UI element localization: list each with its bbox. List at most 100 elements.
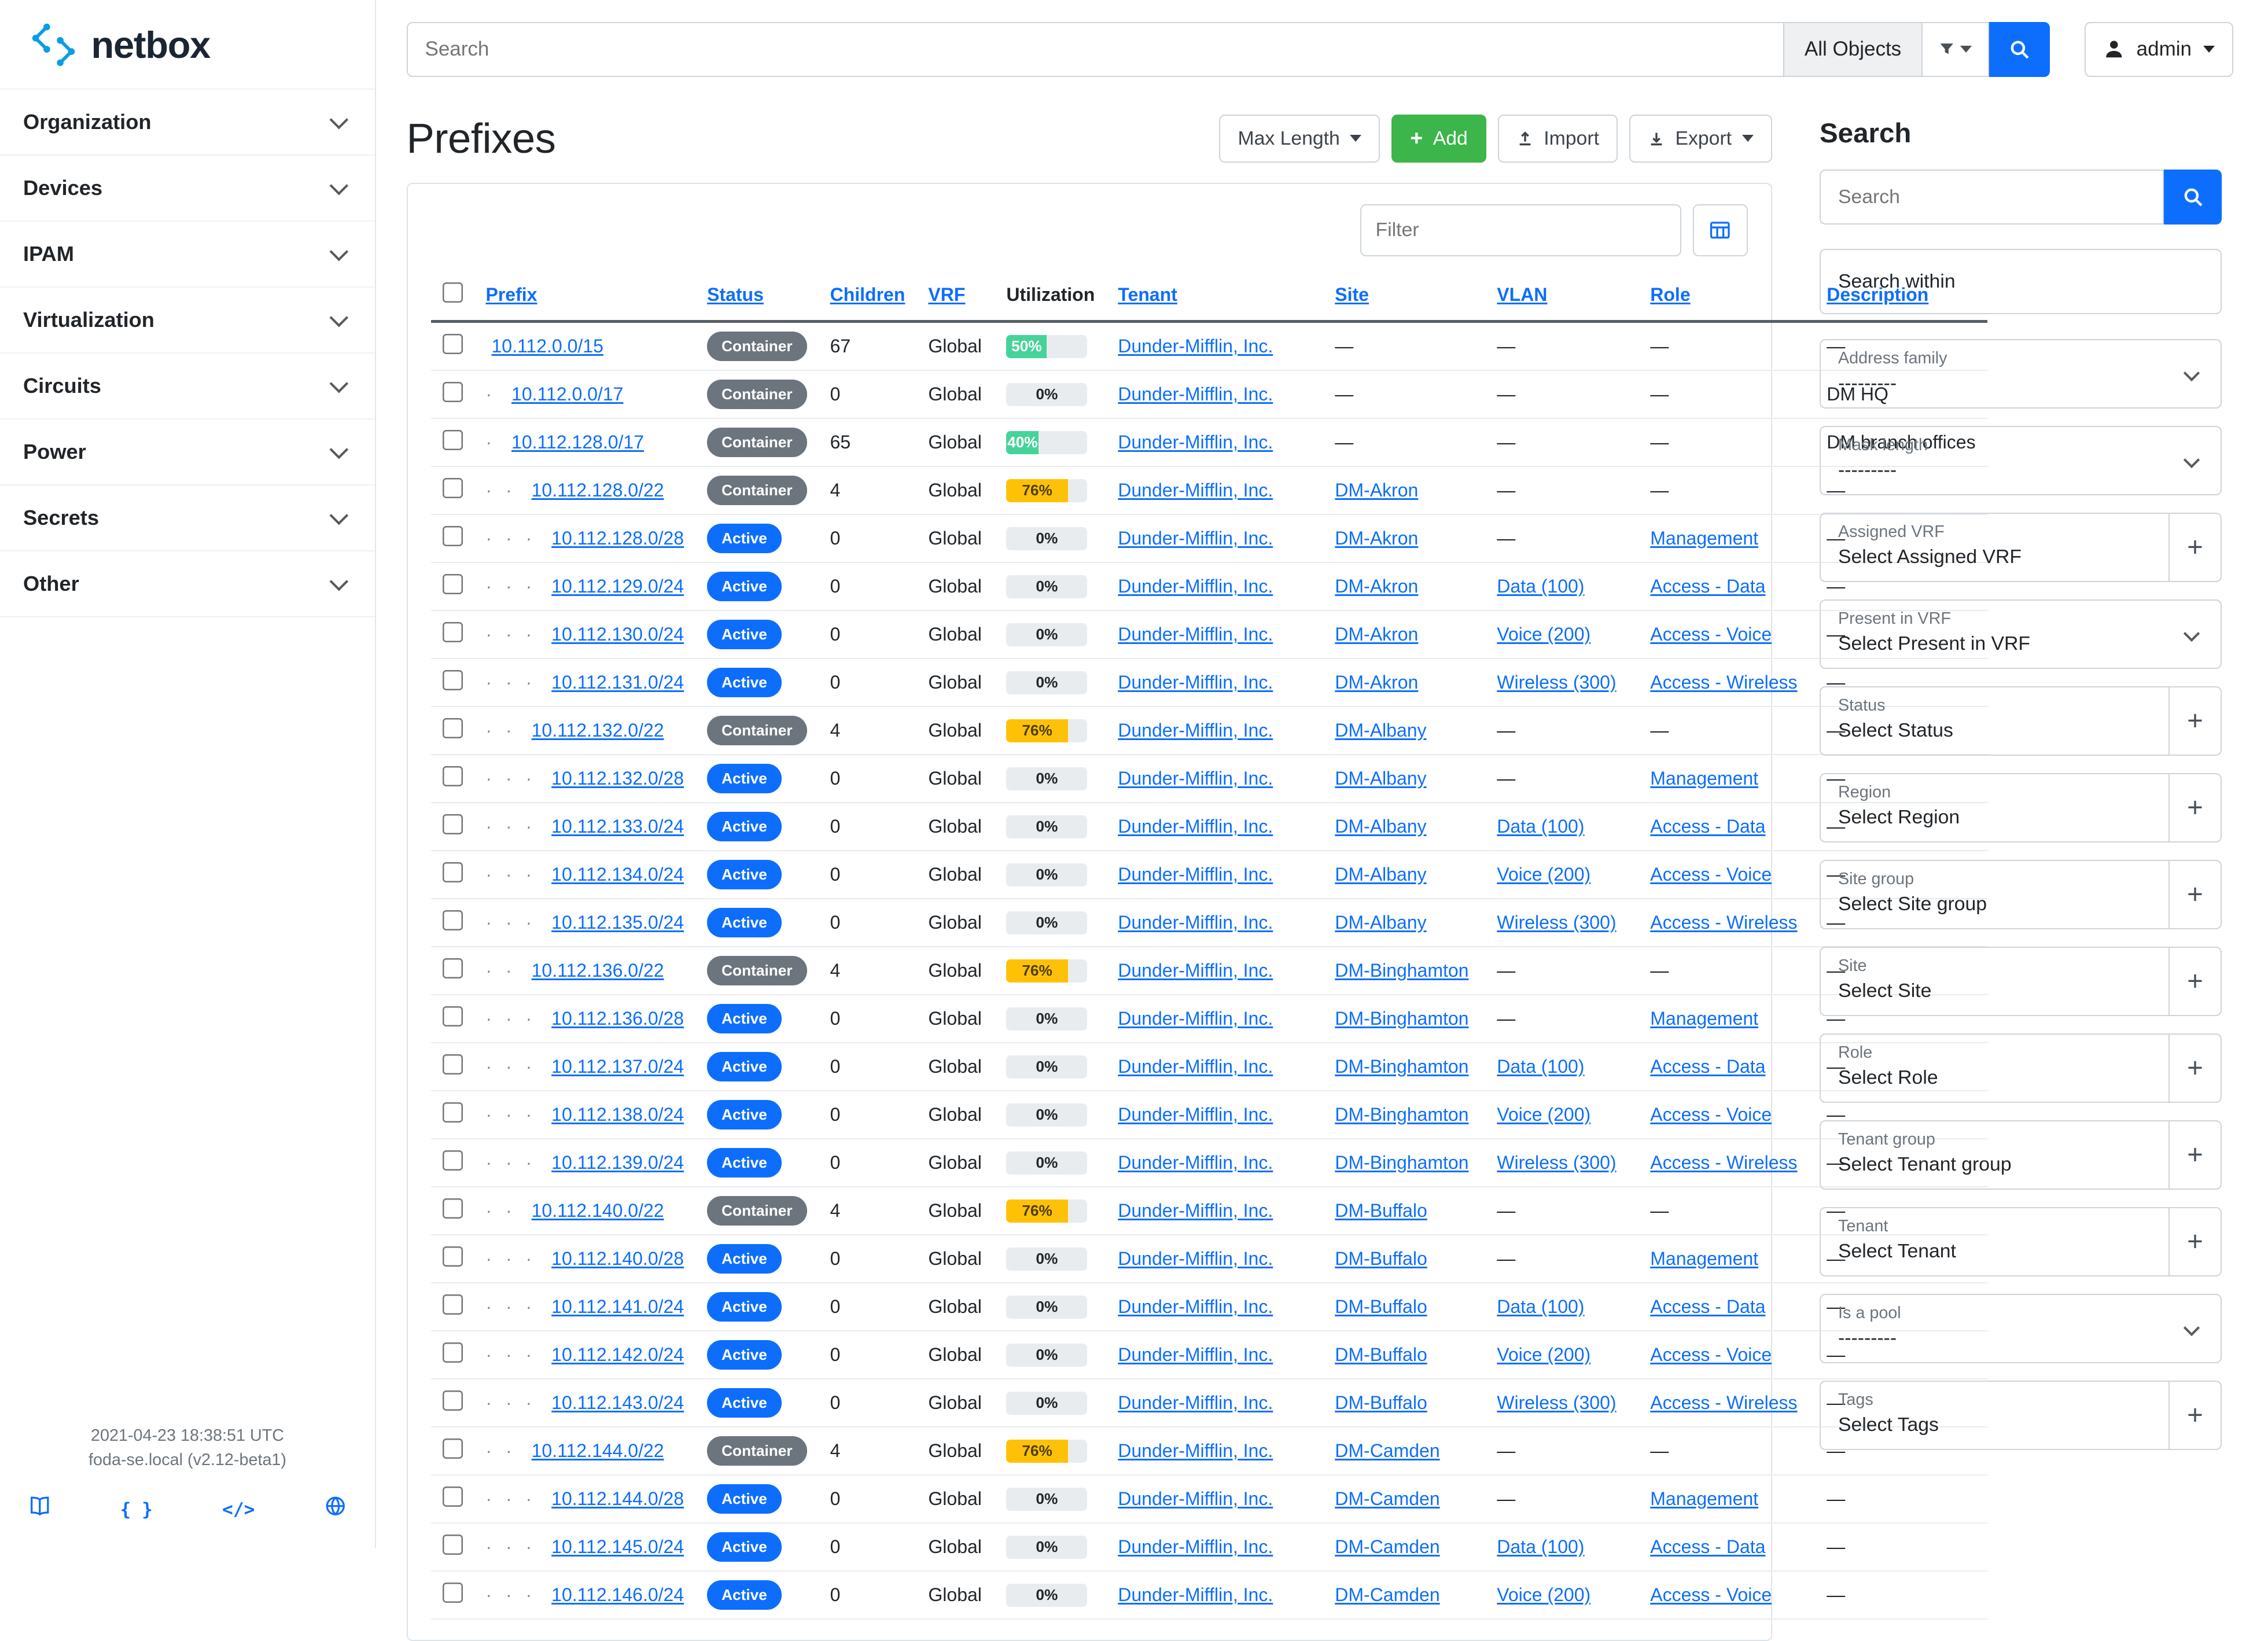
role-link[interactable]: Access - Wireless (1650, 672, 1797, 693)
tenant-link[interactable]: Dunder-Mifflin, Inc. (1118, 768, 1273, 789)
prefix-link[interactable]: 10.112.141.0/24 (551, 1296, 684, 1317)
prefix-link[interactable]: 10.112.139.0/24 (551, 1152, 684, 1173)
search-within-option[interactable]: Search within (1820, 249, 2222, 314)
prefix-link[interactable]: 10.112.137.0/24 (551, 1056, 684, 1077)
panel-search-input[interactable] (1820, 170, 2164, 225)
row-checkbox[interactable] (443, 1246, 463, 1267)
prefix-link[interactable]: 10.112.133.0/24 (551, 816, 684, 837)
tenant-link[interactable]: Dunder-Mifflin, Inc. (1118, 480, 1273, 501)
role-link[interactable]: Access - Data (1650, 1056, 1765, 1077)
filter-field-region[interactable]: Region Select Region + (1820, 773, 2222, 842)
site-link[interactable]: DM-Binghamton (1335, 1152, 1468, 1173)
role-link[interactable]: Management (1650, 768, 1758, 789)
sidebar-item-other[interactable]: Other (0, 550, 375, 617)
prefix-link[interactable]: 10.112.136.0/22 (532, 960, 664, 981)
vlan-link[interactable]: Wireless (300) (1497, 1392, 1616, 1413)
filter-field-tenant[interactable]: Tenant Select Tenant + (1820, 1207, 2222, 1276)
role-link[interactable]: Access - Wireless (1650, 912, 1797, 933)
sidebar-item-circuits[interactable]: Circuits (0, 352, 375, 418)
prefix-link[interactable]: 10.112.128.0/17 (511, 432, 644, 452)
add-filter-value-button[interactable]: + (2168, 687, 2221, 755)
column-sort-tenant[interactable]: Tenant (1118, 284, 1177, 305)
column-sort-status[interactable]: Status (707, 284, 764, 305)
sidebar-item-secrets[interactable]: Secrets (0, 484, 375, 550)
add-filter-value-button[interactable]: + (2168, 774, 2221, 841)
column-sort-prefix[interactable]: Prefix (486, 284, 537, 305)
search-scope-button[interactable]: All Objects (1784, 22, 1923, 77)
tenant-link[interactable]: Dunder-Mifflin, Inc. (1118, 1488, 1273, 1509)
add-filter-value-button[interactable]: + (2168, 948, 2221, 1015)
site-link[interactable]: DM-Buffalo (1335, 1392, 1427, 1413)
vlan-link[interactable]: Voice (200) (1497, 624, 1590, 645)
tenant-link[interactable]: Dunder-Mifflin, Inc. (1118, 1296, 1273, 1317)
panel-search-button[interactable] (2164, 170, 2222, 225)
row-checkbox[interactable] (443, 766, 463, 786)
prefix-link[interactable]: 10.112.144.0/28 (551, 1488, 684, 1509)
site-link[interactable]: DM-Albany (1335, 720, 1426, 741)
row-checkbox[interactable] (443, 1438, 463, 1459)
tenant-link[interactable]: Dunder-Mifflin, Inc. (1118, 1008, 1273, 1029)
vlan-link[interactable]: Wireless (300) (1497, 672, 1616, 693)
filter-field-tags[interactable]: Tags Select Tags + (1820, 1381, 2222, 1450)
vlan-link[interactable]: Wireless (300) (1497, 912, 1616, 933)
site-link[interactable]: DM-Buffalo (1335, 1296, 1427, 1317)
role-link[interactable]: Access - Data (1650, 576, 1765, 597)
row-checkbox[interactable] (443, 1198, 463, 1219)
tenant-link[interactable]: Dunder-Mifflin, Inc. (1118, 1152, 1273, 1173)
site-link[interactable]: DM-Camden (1335, 1488, 1439, 1509)
site-link[interactable]: DM-Binghamton (1335, 1104, 1468, 1125)
prefix-link[interactable]: 10.112.0.0/17 (511, 384, 623, 404)
role-link[interactable]: Access - Data (1650, 1536, 1765, 1557)
tenant-link[interactable]: Dunder-Mifflin, Inc. (1118, 1440, 1273, 1461)
tenant-link[interactable]: Dunder-Mifflin, Inc. (1118, 816, 1273, 837)
site-link[interactable]: DM-Camden (1335, 1440, 1439, 1461)
filter-field-present-in-vrf[interactable]: Present in VRF Select Present in VRF (1820, 599, 2222, 669)
add-button[interactable]: + Add (1391, 115, 1486, 163)
tenant-link[interactable]: Dunder-Mifflin, Inc. (1118, 960, 1273, 981)
site-link[interactable]: DM-Binghamton (1335, 1056, 1468, 1077)
table-filter-input[interactable] (1360, 204, 1681, 256)
row-checkbox[interactable] (443, 382, 463, 402)
prefix-link[interactable]: 10.112.145.0/24 (551, 1536, 684, 1557)
tenant-link[interactable]: Dunder-Mifflin, Inc. (1118, 1584, 1273, 1605)
prefix-link[interactable]: 10.112.146.0/24 (551, 1584, 684, 1605)
sidebar-item-power[interactable]: Power (0, 418, 375, 484)
role-link[interactable]: Access - Wireless (1650, 1392, 1797, 1413)
tenant-link[interactable]: Dunder-Mifflin, Inc. (1118, 1536, 1273, 1557)
vlan-link[interactable]: Data (100) (1497, 816, 1584, 837)
row-checkbox[interactable] (443, 574, 463, 594)
row-checkbox[interactable] (443, 1487, 463, 1507)
row-checkbox[interactable] (443, 862, 463, 882)
column-sort-site[interactable]: Site (1335, 284, 1369, 305)
site-link[interactable]: DM-Binghamton (1335, 1008, 1468, 1029)
code-brackets-icon[interactable]: </> (222, 1497, 255, 1523)
role-link[interactable]: Access - Voice (1650, 864, 1772, 885)
site-link[interactable]: DM-Akron (1335, 672, 1418, 693)
tenant-link[interactable]: Dunder-Mifflin, Inc. (1118, 1056, 1273, 1077)
prefix-link[interactable]: 10.112.140.0/28 (551, 1248, 684, 1269)
sidebar-item-organization[interactable]: Organization (0, 89, 375, 154)
filter-field-role[interactable]: Role Select Role + (1820, 1033, 2222, 1103)
row-checkbox[interactable] (443, 1150, 463, 1171)
vlan-link[interactable]: Data (100) (1497, 576, 1584, 597)
tenant-link[interactable]: Dunder-Mifflin, Inc. (1118, 1392, 1273, 1413)
tenant-link[interactable]: Dunder-Mifflin, Inc. (1118, 432, 1273, 452)
role-link[interactable]: Management (1650, 1008, 1758, 1029)
role-link[interactable]: Management (1650, 1248, 1758, 1269)
tenant-link[interactable]: Dunder-Mifflin, Inc. (1118, 384, 1273, 404)
column-sort-vrf[interactable]: VRF (928, 284, 965, 305)
prefix-link[interactable]: 10.112.134.0/24 (551, 864, 684, 885)
site-link[interactable]: DM-Binghamton (1335, 960, 1468, 981)
global-search-button[interactable] (1989, 22, 2050, 77)
import-button[interactable]: Import (1498, 115, 1618, 163)
role-link[interactable]: Access - Data (1650, 816, 1765, 837)
tenant-link[interactable]: Dunder-Mifflin, Inc. (1118, 1200, 1273, 1221)
row-checkbox[interactable] (443, 958, 463, 978)
site-link[interactable]: DM-Akron (1335, 576, 1418, 597)
tenant-link[interactable]: Dunder-Mifflin, Inc. (1118, 576, 1273, 597)
tenant-link[interactable]: Dunder-Mifflin, Inc. (1118, 720, 1273, 741)
filter-field-tenant-group[interactable]: Tenant group Select Tenant group + (1820, 1120, 2222, 1190)
site-link[interactable]: DM-Albany (1335, 768, 1426, 789)
site-link[interactable]: DM-Albany (1335, 816, 1426, 837)
filter-field-is-a-pool[interactable]: Is a pool --------- (1820, 1294, 2222, 1363)
